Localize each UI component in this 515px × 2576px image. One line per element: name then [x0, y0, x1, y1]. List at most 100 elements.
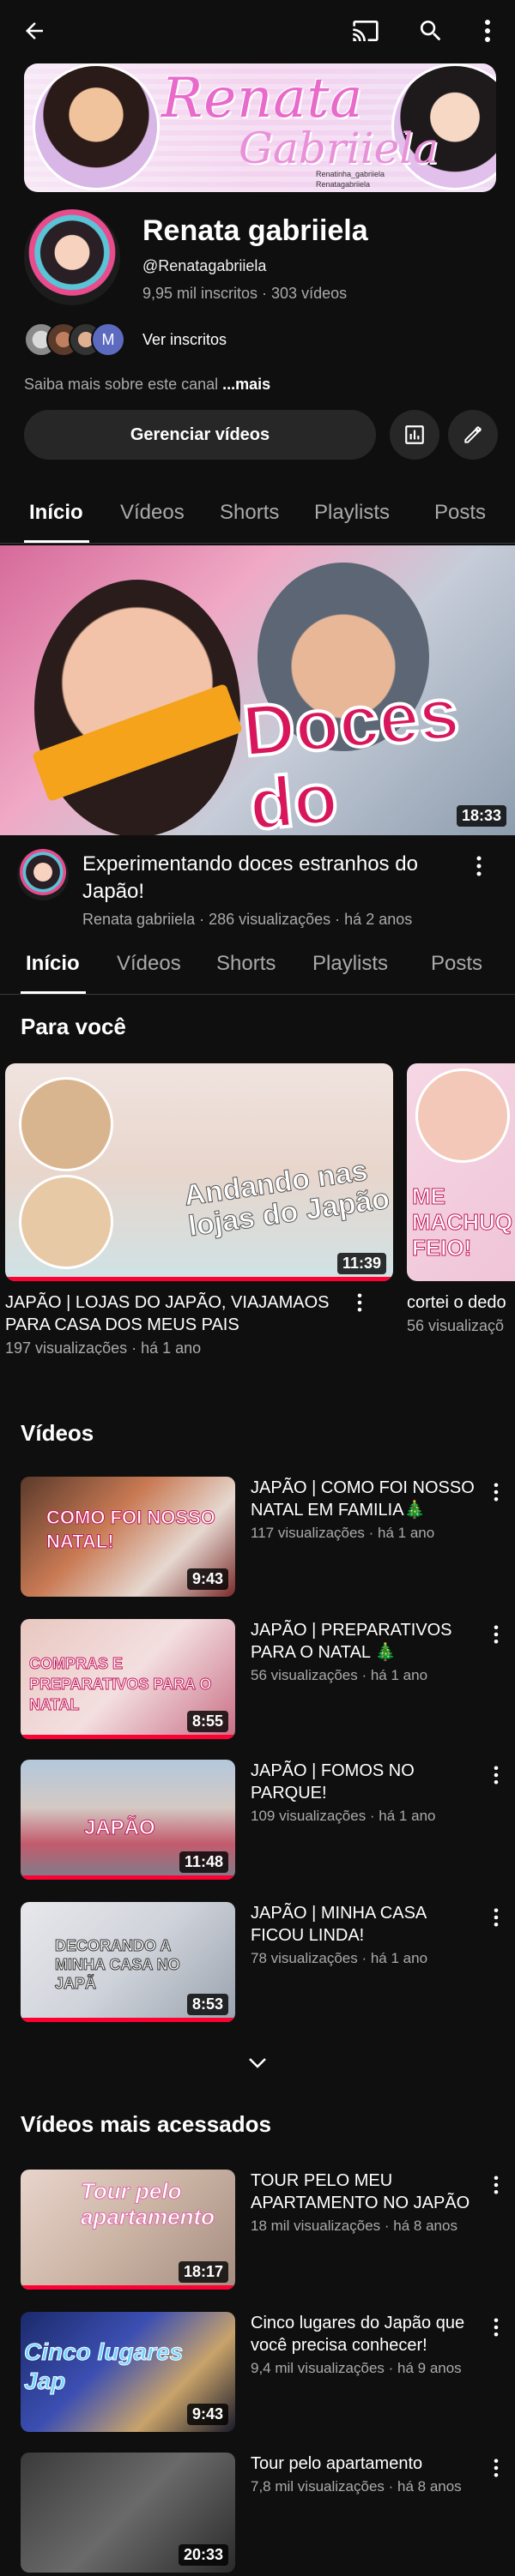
about-channel-link[interactable]: Saiba mais sobre este canal ...mais [24, 376, 270, 394]
tab-playlists[interactable]: Playlists [314, 501, 390, 525]
list-item[interactable]: Tour pelo apartamento 18:17 TOUR PELO ME… [0, 2170, 515, 2298]
video-thumbnail[interactable]: JAPÃO 11:48 [21, 1760, 235, 1880]
tab-inicio[interactable]: Início [26, 952, 80, 976]
channel-name: Renata gabriiela [142, 214, 368, 247]
watch-progress-bar [21, 1735, 235, 1739]
thumbnail-text: COMPRAS E PREPARATIVOS PARA O NATAL [29, 1655, 212, 1714]
video-title[interactable]: JAPÃO | COMO FOI NOSSO NATAL EM FAMILIA🎄 [251, 1477, 481, 1521]
video-duration: 20:33 [178, 2544, 228, 2566]
analytics-icon[interactable] [390, 410, 439, 460]
video-card[interactable]: ME MACHUQ FEIO! cortei o dedo 56 visuali… [407, 1063, 515, 1335]
video-title[interactable]: Tour pelo apartamento [251, 2453, 481, 2475]
featured-video-meta: Renata gabriiela · 286 visualizações · h… [82, 911, 413, 928]
tab-posts[interactable]: Posts [434, 501, 486, 525]
video-meta: 7,8 mil visualizações · há 8 anos [251, 2478, 462, 2495]
video-title[interactable]: TOUR PELO MEU APARTAMENTO NO JAPÃO [251, 2170, 481, 2214]
video-title[interactable]: cortei o dedo [407, 1291, 515, 1314]
video-thumbnail[interactable]: Cinco lugares Jap 9:43 [21, 2312, 235, 2432]
video-title[interactable]: Cinco lugares do Japão que você precisa … [251, 2312, 481, 2356]
video-meta: 117 visualizações · há 1 ano [251, 1525, 435, 1541]
video-meta: 78 visualizações · há 1 ano [251, 1950, 428, 1966]
more-vert-icon[interactable] [486, 1760, 506, 1791]
manage-videos-button[interactable]: Gerenciar vídeos [24, 410, 376, 460]
more-vert-icon[interactable] [486, 1477, 506, 1508]
video-title[interactable]: JAPÃO | LOJAS DO JAPÃO, VIAJAMAOS PARA C… [5, 1291, 348, 1336]
video-meta: 9,4 mil visualizações · há 9 anos [251, 2360, 462, 2376]
banner-portrait-left [33, 63, 160, 190]
list-item[interactable]: Cinco lugares Jap 9:43 Cinco lugares do … [0, 2312, 515, 2441]
banner-subtitle: Gabriiela [239, 123, 439, 173]
list-item[interactable]: 20:33 Tour pelo apartamento 7,8 mil visu… [0, 2453, 515, 2576]
for-you-heading: Para você [21, 1014, 126, 1039]
more-vert-icon[interactable] [467, 849, 491, 883]
tab-inicio[interactable]: Início [29, 501, 83, 525]
thumbnail-inset [19, 1175, 113, 1269]
more-vert-icon[interactable] [486, 1619, 506, 1650]
about-text: Saiba mais sobre este canal [24, 376, 223, 393]
video-thumbnail[interactable]: 20:33 [21, 2453, 235, 2573]
featured-channel-avatar[interactable] [17, 849, 69, 900]
featured-video-title[interactable]: Experimentando doces estranhos do Japão! [82, 851, 477, 906]
video-thumbnail[interactable]: ME MACHUQ FEIO! [407, 1063, 515, 1281]
video-meta: 56 visualizações · há 1 ano [251, 1667, 428, 1683]
channel-avatar[interactable] [24, 209, 120, 305]
channel-handle: @Renatagabriiela [142, 257, 267, 274]
tab-videos[interactable]: Vídeos [120, 501, 185, 525]
search-icon[interactable] [412, 12, 450, 50]
video-thumbnail[interactable]: Tour pelo apartamento 18:17 [21, 2170, 235, 2290]
video-duration: 18:17 [178, 2261, 228, 2283]
watch-progress-bar [5, 1277, 393, 1281]
chevron-down-icon[interactable] [239, 2046, 276, 2080]
thumbnail-text: COMO FOI NOSSO NATAL! [46, 1507, 216, 1553]
watch-progress-bar [21, 2285, 235, 2290]
thumbnail-inset [415, 1068, 510, 1163]
tab-playlists[interactable]: Playlists [312, 952, 388, 976]
back-arrow-icon[interactable] [15, 12, 53, 50]
more-vert-icon[interactable] [486, 1902, 506, 1933]
cast-icon[interactable] [347, 12, 385, 50]
tab-shorts[interactable]: Shorts [220, 501, 279, 525]
tab-shorts[interactable]: Shorts [216, 952, 276, 976]
video-thumbnail[interactable]: DECORANDO A MINHA CASA NO JAPÃ 8:53 [21, 1902, 235, 2022]
more-vert-icon[interactable] [486, 2312, 506, 2343]
more-vert-icon[interactable] [474, 12, 501, 50]
for-you-carousel[interactable]: Andando nas lojas do Japão 11:39 JAPÃO |… [0, 1063, 515, 1355]
video-thumbnail[interactable]: COMO FOI NOSSO NATAL! 9:43 [21, 1477, 235, 1597]
video-title[interactable]: JAPÃO | PREPARATIVOS PARA O NATAL 🎄 [251, 1619, 481, 1664]
list-item[interactable]: JAPÃO 11:48 JAPÃO | FOMOS NO PARQUE! 109… [0, 1760, 515, 1888]
more-vert-icon[interactable] [357, 1293, 362, 1336]
video-duration: 8:55 [186, 1711, 228, 1732]
more-vert-icon[interactable] [486, 2170, 506, 2200]
thumbnail-text: Tour pelo apartamento [81, 2178, 215, 2230]
banner-title: Renata [161, 67, 364, 130]
tab-posts[interactable]: Posts [431, 952, 482, 976]
video-thumbnail[interactable]: Andando nas lojas do Japão 11:39 [5, 1063, 393, 1281]
list-item[interactable]: COMO FOI NOSSO NATAL! 9:43 JAPÃO | COMO … [0, 1477, 515, 1605]
tab-videos[interactable]: Vídeos [117, 952, 181, 976]
list-item[interactable]: DECORANDO A MINHA CASA NO JAPÃ 8:53 JAPÃ… [0, 1902, 515, 2031]
video-duration: 11:48 [179, 1851, 228, 1873]
thumbnail-text: DECORANDO A MINHA CASA NO JAPÃ [55, 1937, 181, 1993]
most-viewed-heading: Vídeos mais acessados [21, 2111, 271, 2137]
videos-heading: Vídeos [21, 1420, 94, 1446]
thumbnail-text: Andando nas lojas do Japão [182, 1154, 392, 1243]
video-meta: 56 visualizaçõ [407, 1317, 505, 1334]
video-card[interactable]: Andando nas lojas do Japão 11:39 JAPÃO |… [5, 1063, 393, 1355]
video-meta: 109 visualizações · há 1 ano [251, 1808, 436, 1824]
watch-progress-bar [21, 2018, 235, 2022]
featured-video-thumbnail[interactable]: Doces do Japão 18:33 [0, 545, 515, 835]
video-title[interactable]: JAPÃO | FOMOS NO PARQUE! [251, 1760, 481, 1804]
thumbnail-text: Cinco lugares Jap [24, 2338, 184, 2395]
thumbnail-text: JAPÃO [84, 1816, 156, 1840]
more-vert-icon[interactable] [486, 2453, 506, 2483]
edit-pencil-icon[interactable] [448, 410, 498, 460]
about-more: ...mais [222, 376, 271, 393]
list-item[interactable]: COMPRAS E PREPARATIVOS PARA O NATAL 8:55… [0, 1619, 515, 1748]
banner-caption-line2: Renatagabriiela [316, 180, 371, 189]
subscriber-avatars[interactable]: M [24, 322, 132, 358]
video-title[interactable]: JAPÃO | MINHA CASA FICOU LINDA! [251, 1902, 481, 1947]
watch-progress-bar [21, 1875, 235, 1880]
view-subscribers-link[interactable]: Ver inscritos [142, 331, 227, 349]
video-duration: 8:53 [186, 1994, 228, 2015]
video-thumbnail[interactable]: COMPRAS E PREPARATIVOS PARA O NATAL 8:55 [21, 1619, 235, 1739]
